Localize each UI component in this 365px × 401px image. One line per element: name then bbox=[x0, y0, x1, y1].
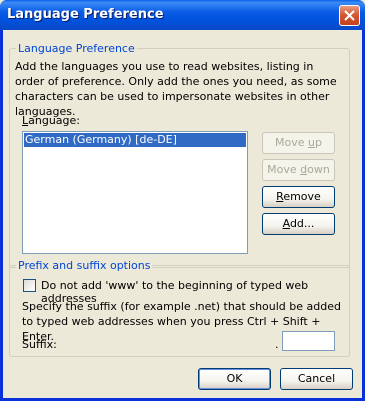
language-preference-legend: Language Preference bbox=[16, 42, 137, 55]
cancel-button[interactable]: Cancel bbox=[280, 368, 353, 390]
suffix-dot: . bbox=[275, 338, 279, 351]
list-item[interactable]: German (Germany) [de-DE] bbox=[24, 133, 246, 147]
suffix-label: Suffix: bbox=[22, 338, 57, 351]
prefix-suffix-legend: Prefix and suffix options bbox=[16, 259, 153, 272]
no-www-checkbox[interactable] bbox=[23, 279, 36, 292]
dialog-body: Language Preference Add the languages yo… bbox=[3, 30, 362, 398]
language-preference-group: Language Preference Add the languages yo… bbox=[9, 42, 350, 268]
window-title: Language Preference bbox=[7, 7, 164, 22]
dialog-window: Language Preference Language Preference … bbox=[0, 0, 365, 401]
move-down-button[interactable]: Move down bbox=[262, 159, 335, 181]
language-listbox[interactable]: German (Germany) [de-DE] bbox=[22, 131, 248, 254]
close-icon bbox=[344, 10, 355, 21]
prefix-suffix-group: Prefix and suffix options Do not add 'ww… bbox=[9, 259, 350, 357]
close-button[interactable] bbox=[339, 5, 360, 26]
move-up-button[interactable]: Move up bbox=[262, 132, 335, 154]
add-button[interactable]: Add... bbox=[262, 213, 335, 235]
suffix-input[interactable] bbox=[282, 331, 335, 351]
language-description: Add the languages you use to read websit… bbox=[15, 60, 337, 118]
remove-button[interactable]: Remove bbox=[262, 186, 335, 208]
language-list-label: Language: bbox=[22, 114, 81, 127]
ok-button[interactable]: OK bbox=[198, 368, 271, 390]
title-bar[interactable]: Language Preference bbox=[0, 0, 365, 30]
